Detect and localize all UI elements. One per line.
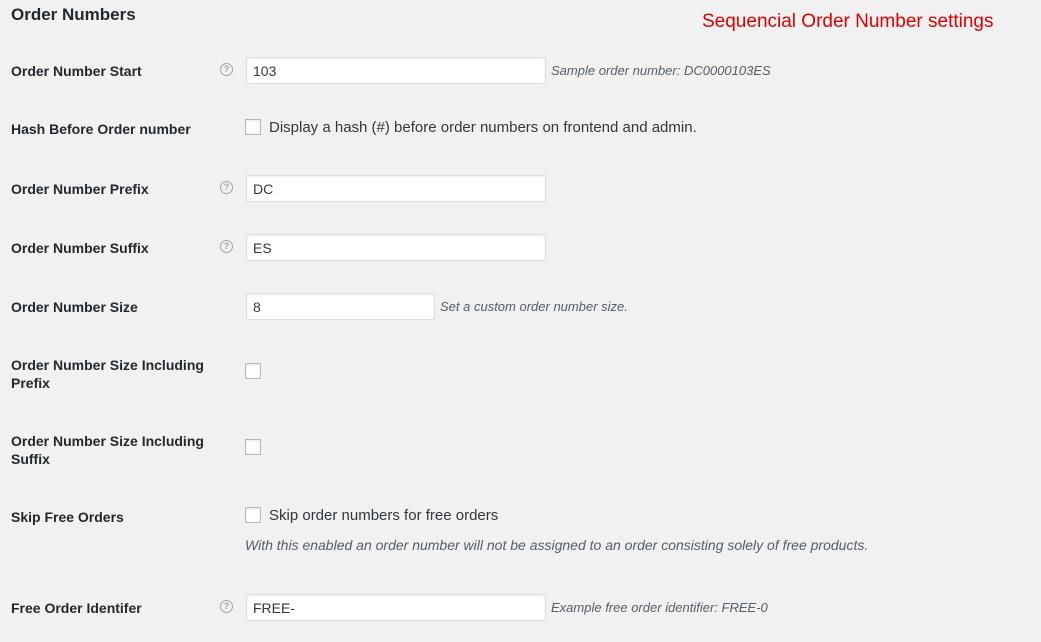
- order-number-size-label: Order Number Size: [11, 299, 138, 315]
- help-icon[interactable]: ?: [220, 63, 233, 76]
- size-including-suffix-label: Order Number Size Including Suffix: [11, 433, 204, 467]
- order-number-prefix-label: Order Number Prefix: [11, 181, 149, 197]
- help-icon[interactable]: ?: [220, 181, 233, 194]
- help-icon[interactable]: ?: [220, 240, 233, 253]
- order-number-size-description: Set a custom order number size.: [440, 299, 628, 314]
- order-number-start-description: Sample order number: DC0000103ES: [551, 63, 771, 78]
- order-number-start-label: Order Number Start: [11, 63, 142, 79]
- size-including-prefix-checkbox[interactable]: [245, 363, 261, 379]
- order-number-suffix-input[interactable]: [246, 234, 546, 261]
- skip-free-orders-checkbox-label[interactable]: Skip order numbers for free orders: [269, 507, 498, 524]
- hash-before-order-number-checkbox[interactable]: [245, 119, 261, 135]
- section-title: Order Numbers: [11, 5, 136, 24]
- annotation-text: Sequencial Order Number settings: [702, 11, 994, 32]
- order-number-start-input[interactable]: [246, 57, 546, 84]
- order-number-size-input[interactable]: [246, 293, 435, 320]
- skip-free-orders-checkbox[interactable]: [245, 507, 261, 523]
- free-order-identifier-label: Free Order Identifer: [11, 600, 142, 616]
- skip-free-orders-description: With this enabled an order number will n…: [245, 537, 869, 553]
- hash-before-order-number-label: Hash Before Order number: [11, 121, 191, 137]
- size-including-prefix-label: Order Number Size Including Prefix: [11, 357, 204, 391]
- help-icon[interactable]: ?: [220, 600, 233, 613]
- free-order-identifier-input[interactable]: [246, 594, 546, 621]
- order-number-suffix-label: Order Number Suffix: [11, 240, 149, 256]
- skip-free-orders-label: Skip Free Orders: [11, 509, 124, 525]
- hash-before-order-number-checkbox-label[interactable]: Display a hash (#) before order numbers …: [269, 119, 697, 136]
- order-number-prefix-input[interactable]: [246, 175, 546, 202]
- size-including-suffix-checkbox[interactable]: [245, 439, 261, 455]
- free-order-identifier-description: Example free order identifier: FREE-0: [551, 600, 768, 615]
